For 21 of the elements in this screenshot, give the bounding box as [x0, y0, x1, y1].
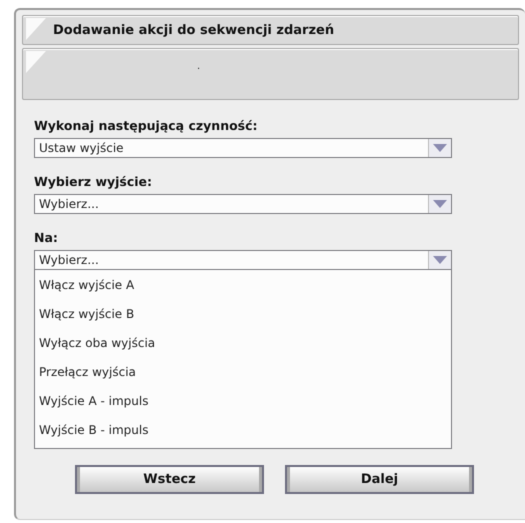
dropdown-option[interactable]: Wyłącz oba wyjścia	[35, 329, 451, 358]
dropdown-option[interactable]: Wyjście B - impuls	[35, 416, 451, 445]
dropdown[interactable]: Wybierz...	[34, 194, 452, 214]
dropdown-arrow-icon	[433, 144, 447, 152]
info-text: .	[197, 61, 200, 72]
dropdown[interactable]: Ustaw wyjście	[34, 138, 452, 158]
dropdown-arrow-icon	[433, 256, 447, 264]
dropdown-option[interactable]: Włącz wyjście B	[35, 300, 451, 329]
dropdown-option[interactable]: Przełącz wyjścia	[35, 358, 451, 387]
corner-icon	[26, 18, 46, 40]
back-button[interactable]: Wstecz	[75, 465, 264, 494]
field-label: Wykonaj następującą czynność:	[34, 118, 259, 133]
dialog-title: Dodawanie akcji do sekwencji zdarzeń	[53, 22, 334, 38]
field-label: Wybierz wyjście:	[34, 174, 154, 189]
corner-icon	[26, 51, 46, 73]
field-label: Na:	[34, 230, 59, 245]
dropdown-arrow-icon	[433, 200, 447, 208]
dropdown-option[interactable]: Wyjście A - impuls	[35, 387, 451, 416]
dropdown-option[interactable]: Włącz wyjście A	[35, 271, 451, 300]
next-button[interactable]: Dalej	[285, 465, 474, 494]
dropdown[interactable]: Wybierz...	[34, 250, 452, 270]
